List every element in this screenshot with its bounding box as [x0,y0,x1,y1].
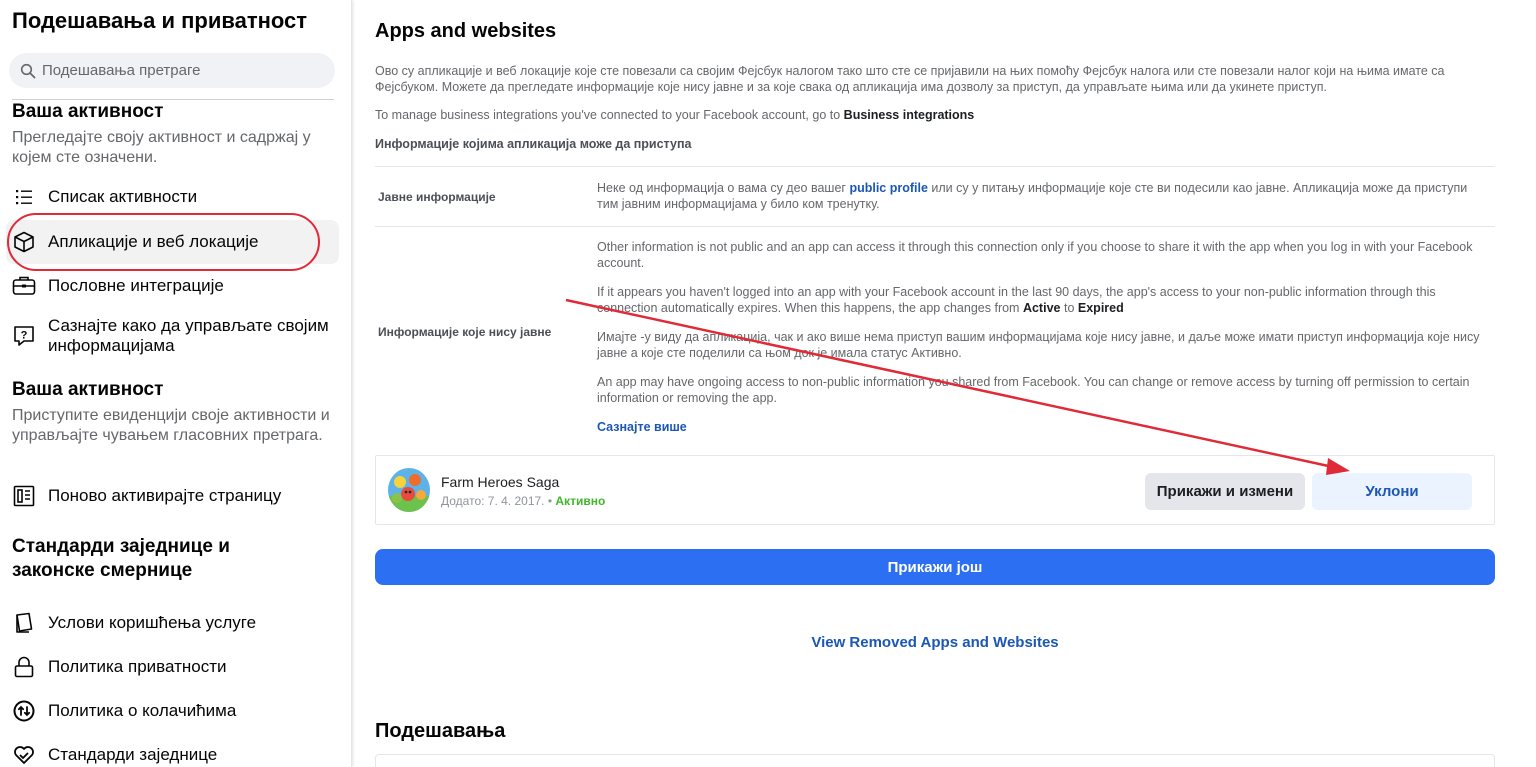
sidebar-item-reactivate-page[interactable]: Поново активирајте страницу [6,479,339,513]
lock-icon [12,655,36,679]
app-name[interactable]: Farm Heroes Saga [441,474,559,490]
public-profile-link[interactable]: public profile [849,181,927,195]
nonpublic-p3: Имајте -у виду да апликација, чак и ако … [597,330,1480,360]
page: Подешавања и приватност Ваша активност П… [0,0,1536,767]
settings-heading: Подешавања [375,720,506,742]
page-title: Apps and websites [375,20,557,42]
public-info-label: Јавне информације [378,190,496,204]
question-bubble-icon: ? [12,324,36,348]
public-info-text: Неке од информација о вама су део вашег … [597,180,1487,212]
view-edit-button[interactable]: Прикажи и измени [1145,473,1305,510]
cookie-arrows-icon [12,699,36,723]
status-badge: Активно [555,494,606,508]
nonpublic-info-label: Информације које нису јавне [378,325,552,339]
section-heading-standards: Стандарди заједнице и законске смернице [12,536,230,581]
sidebar-item-privacy-policy[interactable]: Политика приватности [6,650,339,684]
sidebar-item-label: Политика о колачићима [48,701,237,720]
app-added-date: Додато: 7. 4. 2017. [441,494,545,508]
show-more-button[interactable]: Прикажи још [375,549,1495,585]
sidebar-item-label: Сазнајте како да управљате својим информ… [48,316,329,355]
sidebar-title: Подешавања и приватност [12,8,308,33]
separator-dot: • [547,494,553,508]
divider [375,166,1495,167]
status-active-word: Active [1022,301,1061,315]
learn-more-link[interactable]: Сазнајте више [597,419,1487,435]
sidebar-item-community-standards[interactable]: Стандарди заједнице [6,738,339,767]
sidebar-item-label: Политика приватности [48,657,227,676]
view-removed-apps-link-text[interactable]: View Removed Apps and Websites [811,634,1058,651]
page-icon [12,484,36,508]
sidebar-item-activity-log[interactable]: Списак активности [6,181,339,213]
sidebar-item-label: Апликације и веб локације [48,232,259,251]
app-logo [388,468,430,512]
sidebar-item-terms[interactable]: Услови коришћења услуге [6,606,339,640]
heart-hands-icon [12,743,36,767]
section-heading-activity-2: Ваша активност [12,379,164,400]
sidebar-item-label: Пословне интеграције [48,276,224,295]
book-icon [12,611,36,635]
briefcase-icon [12,274,36,298]
section-heading-activity: Ваша активност [12,101,164,122]
app-card: Farm Heroes Saga Додато: 7. 4. 2017. • А… [375,455,1495,525]
search-input[interactable] [42,62,322,79]
nonpublic-p2: If it appears you haven't logged into an… [597,284,1487,316]
view-removed-apps-link: View Removed Apps and Websites [375,634,1495,651]
manage-text: To manage business integrations you've c… [375,108,841,122]
sidebar-item-label: Стандарди заједнице [48,745,218,764]
svg-text:?: ? [21,330,28,342]
status-expired-word: Expired [1077,301,1124,315]
sidebar-item-manage-info[interactable]: ? Сазнајте како да управљате својим инфо… [6,314,339,358]
sidebar-item-cookie-policy[interactable]: Политика о колачићима [6,694,339,728]
nonpublic-p4: An app may have ongoing access to non-pu… [597,375,1470,405]
sidebar-item-business-integrations[interactable]: Пословне интеграције [6,270,339,302]
section-desc-activity: Прегледајте своју активност и садржај у … [12,129,311,166]
intro-text: Ово су апликације и веб локације које ст… [375,64,1445,94]
sidebar-item-label: Списак активности [48,187,198,206]
info-access-heading: Информације којима апликација може да пр… [375,137,692,151]
manage-business-text: To manage business integrations you've c… [375,108,974,122]
settings-sidebar: Подешавања и приватност Ваша активност П… [0,0,352,767]
settings-box [375,754,1495,767]
cube-icon [12,230,36,254]
section-desc-activity-2: Приступите евиденцији своје активности и… [12,407,330,444]
sidebar-item-label: Услови коришћења услуге [48,613,257,632]
search-icon [20,63,36,78]
divider [375,226,1495,227]
list-icon [12,185,36,209]
p2-to: to [1063,301,1075,315]
app-meta: Додато: 7. 4. 2017. • Активно [441,494,605,508]
public-text-before: Неке од информација о вама су део вашег [597,181,846,195]
nonpublic-p1: Other information is not public and an a… [597,240,1473,270]
business-integrations-link[interactable]: Business integrations [844,108,975,122]
divider [12,99,334,100]
remove-button[interactable]: Уклони [1312,473,1472,510]
p2-text: If it appears you haven't logged into an… [597,285,1436,315]
sidebar-item-apps-websites[interactable]: Апликације и веб локације [6,220,339,264]
settings-search[interactable] [9,53,335,88]
sidebar-item-label: Поново активирајте страницу [48,486,282,505]
